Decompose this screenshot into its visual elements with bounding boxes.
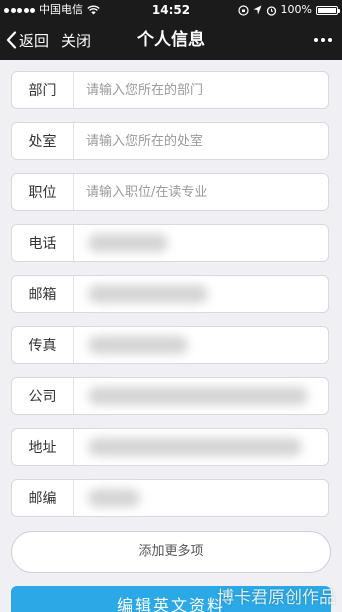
- form-row-phone: 电话: [11, 224, 329, 262]
- form-row-fax: 传真: [11, 326, 329, 364]
- fax-label: 传真: [12, 327, 74, 363]
- more-dot-icon: [314, 38, 318, 42]
- status-right: 100%: [237, 0, 340, 20]
- edit-english-profile-button[interactable]: 编辑英文资料: [11, 586, 331, 612]
- form-row-office: 处室: [11, 122, 329, 160]
- office-label: 处室: [12, 123, 74, 159]
- redacted-value: [88, 234, 168, 252]
- phone-label: 电话: [12, 225, 74, 261]
- address-label: 地址: [12, 429, 74, 465]
- screen: 中国电信 14:52 100% 返回 关闭 个人信息 部门 请输入您所在的部门 …: [0, 0, 342, 612]
- form-row-company: 公司: [11, 377, 329, 415]
- department-input[interactable]: [74, 72, 328, 108]
- position-label: 职位: [12, 174, 74, 210]
- alarm-icon: [266, 5, 276, 16]
- position-input[interactable]: [74, 174, 328, 210]
- more-dot-icon: [321, 38, 325, 42]
- page-title: 个人信息: [137, 30, 205, 50]
- office-input[interactable]: [74, 123, 328, 159]
- nav-bar: 返回 关闭 个人信息: [0, 20, 342, 60]
- redacted-value: [88, 489, 140, 507]
- postcode-label: 邮编: [12, 480, 74, 516]
- form-row-email: 邮箱: [11, 275, 329, 313]
- redacted-value: [88, 336, 188, 354]
- email-label: 邮箱: [12, 276, 74, 312]
- company-label: 公司: [12, 378, 74, 414]
- status-bar: 中国电信 14:52 100%: [0, 0, 342, 20]
- department-label: 部门: [12, 72, 74, 108]
- redacted-value: [88, 438, 302, 456]
- battery-icon: [316, 5, 340, 15]
- more-menu-button[interactable]: [314, 20, 332, 60]
- more-dot-icon: [328, 38, 332, 42]
- battery-percent: 100%: [280, 3, 312, 16]
- orientation-lock-icon: [237, 4, 249, 16]
- redacted-value: [88, 285, 208, 303]
- form-row-postcode: 邮编: [11, 479, 329, 517]
- location-icon: [253, 5, 262, 15]
- form-row-address: 地址: [11, 428, 329, 466]
- battery-level: [318, 7, 336, 13]
- redacted-value: [88, 387, 308, 405]
- add-more-button[interactable]: 添加更多项: [11, 531, 331, 573]
- form-row-department: 部门: [11, 71, 329, 109]
- form-row-position: 职位: [11, 173, 329, 211]
